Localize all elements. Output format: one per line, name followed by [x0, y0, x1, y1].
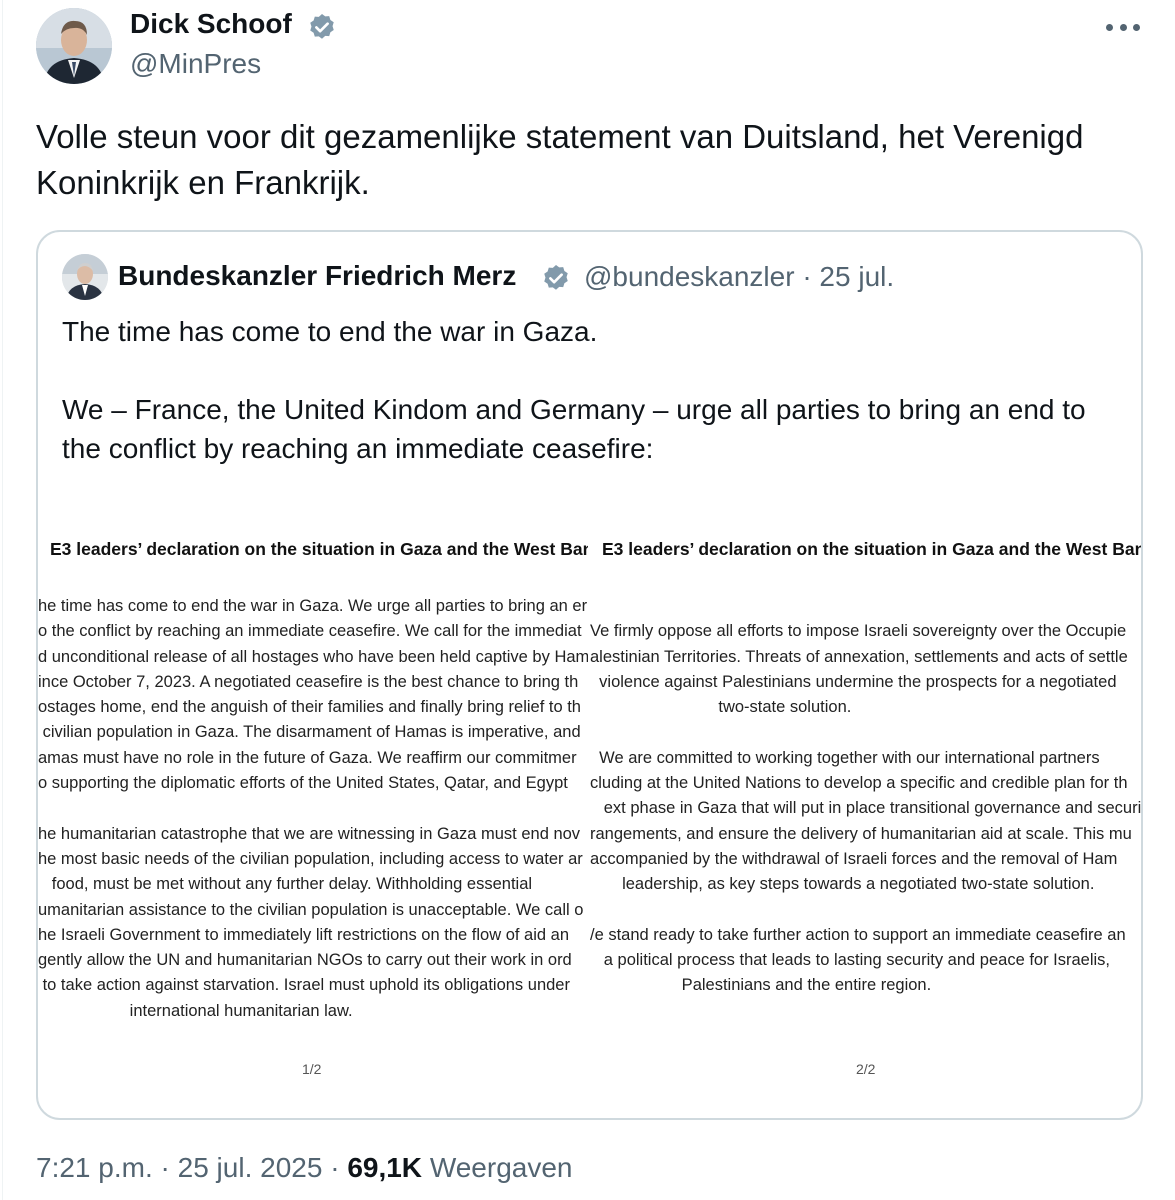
author-name[interactable]: Dick Schoof: [130, 8, 292, 40]
document-line: food, must be met without any further de…: [38, 875, 533, 894]
views-count[interactable]: 69,1K: [347, 1152, 422, 1183]
document-title: E3 leaders’ declaration on the situation…: [602, 539, 1143, 559]
document-line: he time has come to end the war in Gaza.…: [38, 597, 588, 615]
document-line: [590, 720, 1141, 745]
document-body: he time has come to end the war in Gaza.…: [38, 594, 588, 1024]
document-line: amas must have no role in the future of …: [38, 748, 577, 767]
tweet-footer: 7:21 p.m. · 25 jul. 2025 · 69,1K Weergav…: [36, 1152, 573, 1184]
quoted-verified-badge-icon: [540, 263, 572, 295]
document-line: he most basic needs of the civilian popu…: [38, 849, 583, 868]
document-line: Ve firmly oppose all efforts to impose I…: [590, 622, 1127, 641]
quoted-tweet[interactable]: Bundeskanzler Friedrich Merz @bundeskanz…: [36, 230, 1143, 1120]
document-line: he Israeli Government to immediately lif…: [38, 925, 569, 944]
timeline-border: [2, 0, 3, 1200]
document-line: ext phase in Gaza that will put in place…: [590, 799, 1143, 818]
document-line: ince October 7, 2023. A negotiated cease…: [38, 672, 579, 691]
document-line: he humanitarian catastrophe that we are …: [38, 824, 581, 843]
document-line: We are committed to working together wit…: [590, 748, 1100, 767]
views-label[interactable]: Weergaven: [430, 1152, 573, 1183]
document-line: leadership, as key steps towards a negot…: [590, 875, 1095, 894]
quoted-paragraph-2: We – France, the United Kindom and Germa…: [62, 394, 1086, 464]
document-line: violence against Palestinians undermine …: [590, 672, 1117, 691]
document-line: cluding at the United Nations to develop…: [590, 774, 1128, 793]
quoted-tweet-text: The time has come to end the war in Gaza…: [62, 312, 1122, 468]
document-line: [590, 898, 1141, 923]
document-body: Ve firmly oppose all efforts to impose I…: [590, 594, 1143, 999]
document-title: E3 leaders’ declaration on the situation…: [50, 539, 588, 559]
document-line: rangements, and ensure the delivery of h…: [590, 824, 1132, 843]
document-line: umanitarian assistance to the civilian p…: [38, 900, 584, 919]
quoted-paragraph-1: The time has come to end the war in Gaza…: [62, 316, 598, 347]
quoted-author-avatar[interactable]: [62, 254, 108, 300]
tweet-time[interactable]: 7:21 p.m.: [36, 1152, 153, 1183]
quoted-handle-date[interactable]: @bundeskanzler · 25 jul.: [584, 261, 894, 293]
document-line: a political process that leads to lastin…: [590, 951, 1111, 970]
document-line: alestinian Territories. Threats of annex…: [590, 647, 1128, 666]
document-line: two-state solution.: [590, 698, 852, 717]
document-image-page-1[interactable]: E3 leaders’ declaration on the situation…: [38, 532, 588, 1092]
author-handle[interactable]: @MinPres: [130, 48, 261, 80]
separator-dot: ·: [330, 1152, 340, 1183]
document-line: /e stand ready to take further action to…: [590, 925, 1126, 944]
document-line: [38, 796, 588, 821]
quoted-author-name[interactable]: Bundeskanzler Friedrich Merz: [118, 260, 516, 292]
document-image-page-2[interactable]: E3 leaders’ declaration on the situation…: [590, 532, 1143, 1092]
document-line: Palestinians and the entire region.: [590, 976, 932, 995]
document-line: gently allow the UN and humanitarian NGO…: [38, 951, 572, 970]
document-line: to take action against starvation. Israe…: [38, 976, 570, 995]
document-line: o supporting the diplomatic efforts of t…: [38, 774, 568, 793]
page-number: 2/2: [856, 1061, 876, 1077]
document-line: d unconditional release of all hostages …: [38, 647, 588, 666]
document-line: ostages home, end the anguish of their f…: [38, 698, 581, 717]
verified-badge-icon: [306, 12, 338, 44]
document-line: civilian population in Gaza. The disarma…: [38, 723, 581, 742]
tweet-date[interactable]: 25 jul. 2025: [178, 1152, 323, 1183]
separator-dot: ·: [160, 1152, 170, 1183]
document-line: international humanitarian law.: [38, 1001, 353, 1020]
document-line: o the conflict by reaching an immediate …: [38, 622, 582, 641]
more-options-icon[interactable]: [1106, 12, 1140, 42]
tweet-text: Volle steun voor dit gezamenlijke statem…: [36, 118, 1084, 201]
document-line: accompanied by the withdrawal of Israeli…: [590, 849, 1118, 868]
document-line: [590, 594, 1141, 619]
author-avatar[interactable]: [36, 8, 112, 84]
page-number: 1/2: [302, 1061, 322, 1077]
